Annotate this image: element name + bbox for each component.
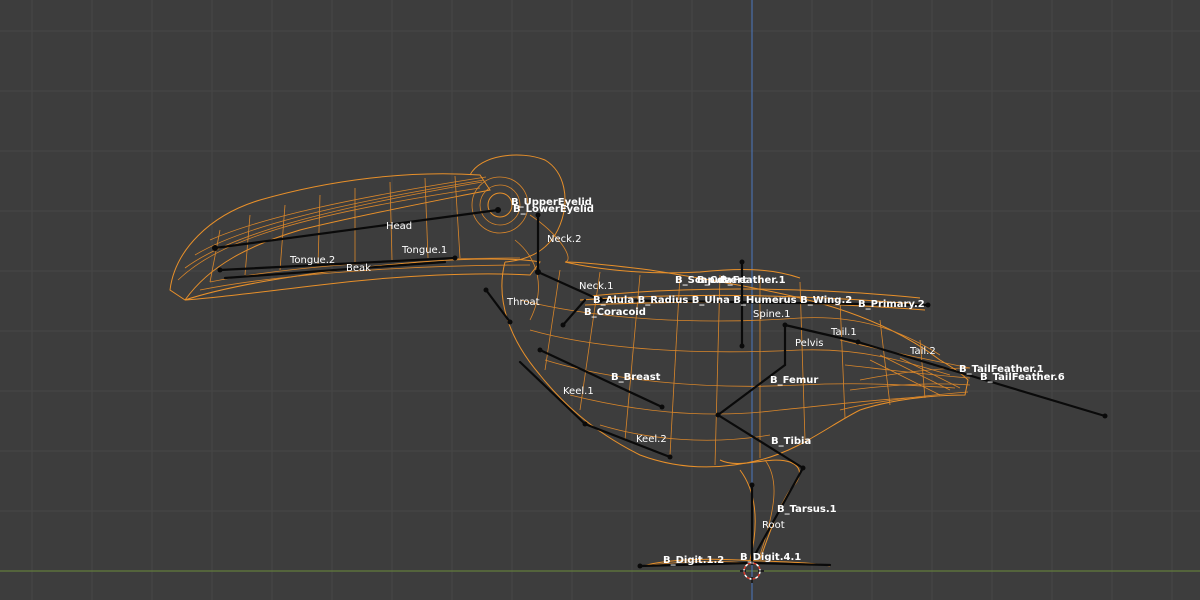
bone-label-tarsus-1[interactable]: B_Tarsus.1 [777, 504, 837, 515]
toucan-wireframe-mesh[interactable] [169, 154, 971, 568]
bone-label-feather-1[interactable]: B_Feather.1 [720, 275, 786, 286]
bone-label-spine-1[interactable]: Spine.1 [753, 309, 791, 320]
bone-label-femur[interactable]: B_Femur [770, 375, 818, 386]
bone-label-throat[interactable]: Throat [506, 297, 540, 308]
bone-label-tongue-1[interactable]: Tongue.1 [401, 245, 447, 256]
bone-label-digit-a[interactable]: B_Digit.1.2 [663, 555, 724, 566]
bone-label-beak[interactable]: Beak [346, 263, 371, 274]
bone-label-tail-feather-6[interactable]: B_TailFeather.6 [980, 372, 1065, 383]
bone-label-tibia[interactable]: B_Tibia [771, 436, 811, 447]
bone-label-tail-2[interactable]: Tail.2 [909, 346, 936, 357]
bone-label-breast[interactable]: B_Breast [611, 372, 661, 383]
armature[interactable] [212, 207, 1108, 569]
bone-label-tongue-2[interactable]: Tongue.2 [289, 255, 335, 266]
3d-viewport[interactable]: Head Tongue.1 Tongue.2 Beak Neck.2 Neck.… [0, 0, 1200, 600]
bone-label-neck-2[interactable]: Neck.2 [547, 234, 581, 245]
bone-label-tail-1[interactable]: Tail.1 [830, 327, 857, 338]
viewport-canvas[interactable]: Head Tongue.1 Tongue.2 Beak Neck.2 Neck.… [0, 0, 1200, 600]
bone-label-wing-tip[interactable]: B_Primary.2 [858, 299, 925, 310]
bone-label-wing-cluster[interactable]: B_Alula B_Radius B_Ulna B_Humerus B_Wing… [593, 295, 852, 306]
bone-label-coracoid[interactable]: B_Coracoid [584, 307, 646, 318]
bone-label-keel-2[interactable]: Keel.2 [636, 434, 667, 445]
bone-label-head[interactable]: Head [386, 221, 412, 232]
bone-label-lower-eyelid[interactable]: B_LowerEyelid [513, 204, 594, 215]
bone-label-neck-1[interactable]: Neck.1 [579, 281, 613, 292]
bone-label-keel-1[interactable]: Keel.1 [563, 386, 594, 397]
bone-label-pelvis[interactable]: Pelvis [795, 338, 824, 349]
bone-label-root[interactable]: Root [762, 520, 785, 531]
bone-label-digit-b[interactable]: B_Digit.4.1 [740, 552, 801, 563]
